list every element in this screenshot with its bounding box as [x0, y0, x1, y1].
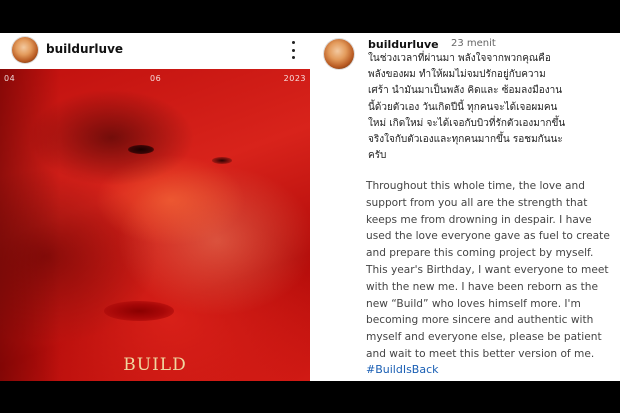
cover-face-lips [104, 301, 174, 321]
post-image[interactable]: 04 06 2023 BUILD [0, 69, 310, 381]
caption-username[interactable]: buildurluve [368, 38, 439, 51]
post-panel: buildurluve 04 06 2023 BUILD [0, 33, 310, 381]
cover-shadow [0, 69, 60, 381]
caption-english-text: Throughout this whole time, the love and… [366, 180, 610, 360]
cover-face-eye [212, 157, 232, 164]
post-header: buildurluve [0, 33, 310, 67]
cover-date-year: 2023 [283, 74, 306, 83]
cover-logo: BUILD [123, 355, 187, 375]
cover-date-day: 04 [4, 74, 16, 83]
screenshot-frame: buildurluve 04 06 2023 BUILD buildurluve… [0, 33, 620, 381]
avatar[interactable] [324, 39, 354, 69]
more-vertical-icon[interactable] [290, 41, 296, 59]
cover-face-eye [128, 145, 154, 154]
hashtag-link[interactable]: #BuildIsBack [366, 363, 439, 376]
cover-date-month: 06 [150, 74, 162, 83]
post-username[interactable]: buildurluve [46, 42, 123, 56]
caption-thai-text: ในช่วงเวลาที่ผ่านมา พลังใจจากพวกคุณคือ พ… [368, 53, 566, 162]
avatar[interactable] [12, 37, 38, 63]
caption-timestamp: 23 menit [451, 38, 496, 49]
caption-panel: buildurluve 23 menit ในช่วงเวลาที่ผ่านมา… [316, 33, 620, 381]
